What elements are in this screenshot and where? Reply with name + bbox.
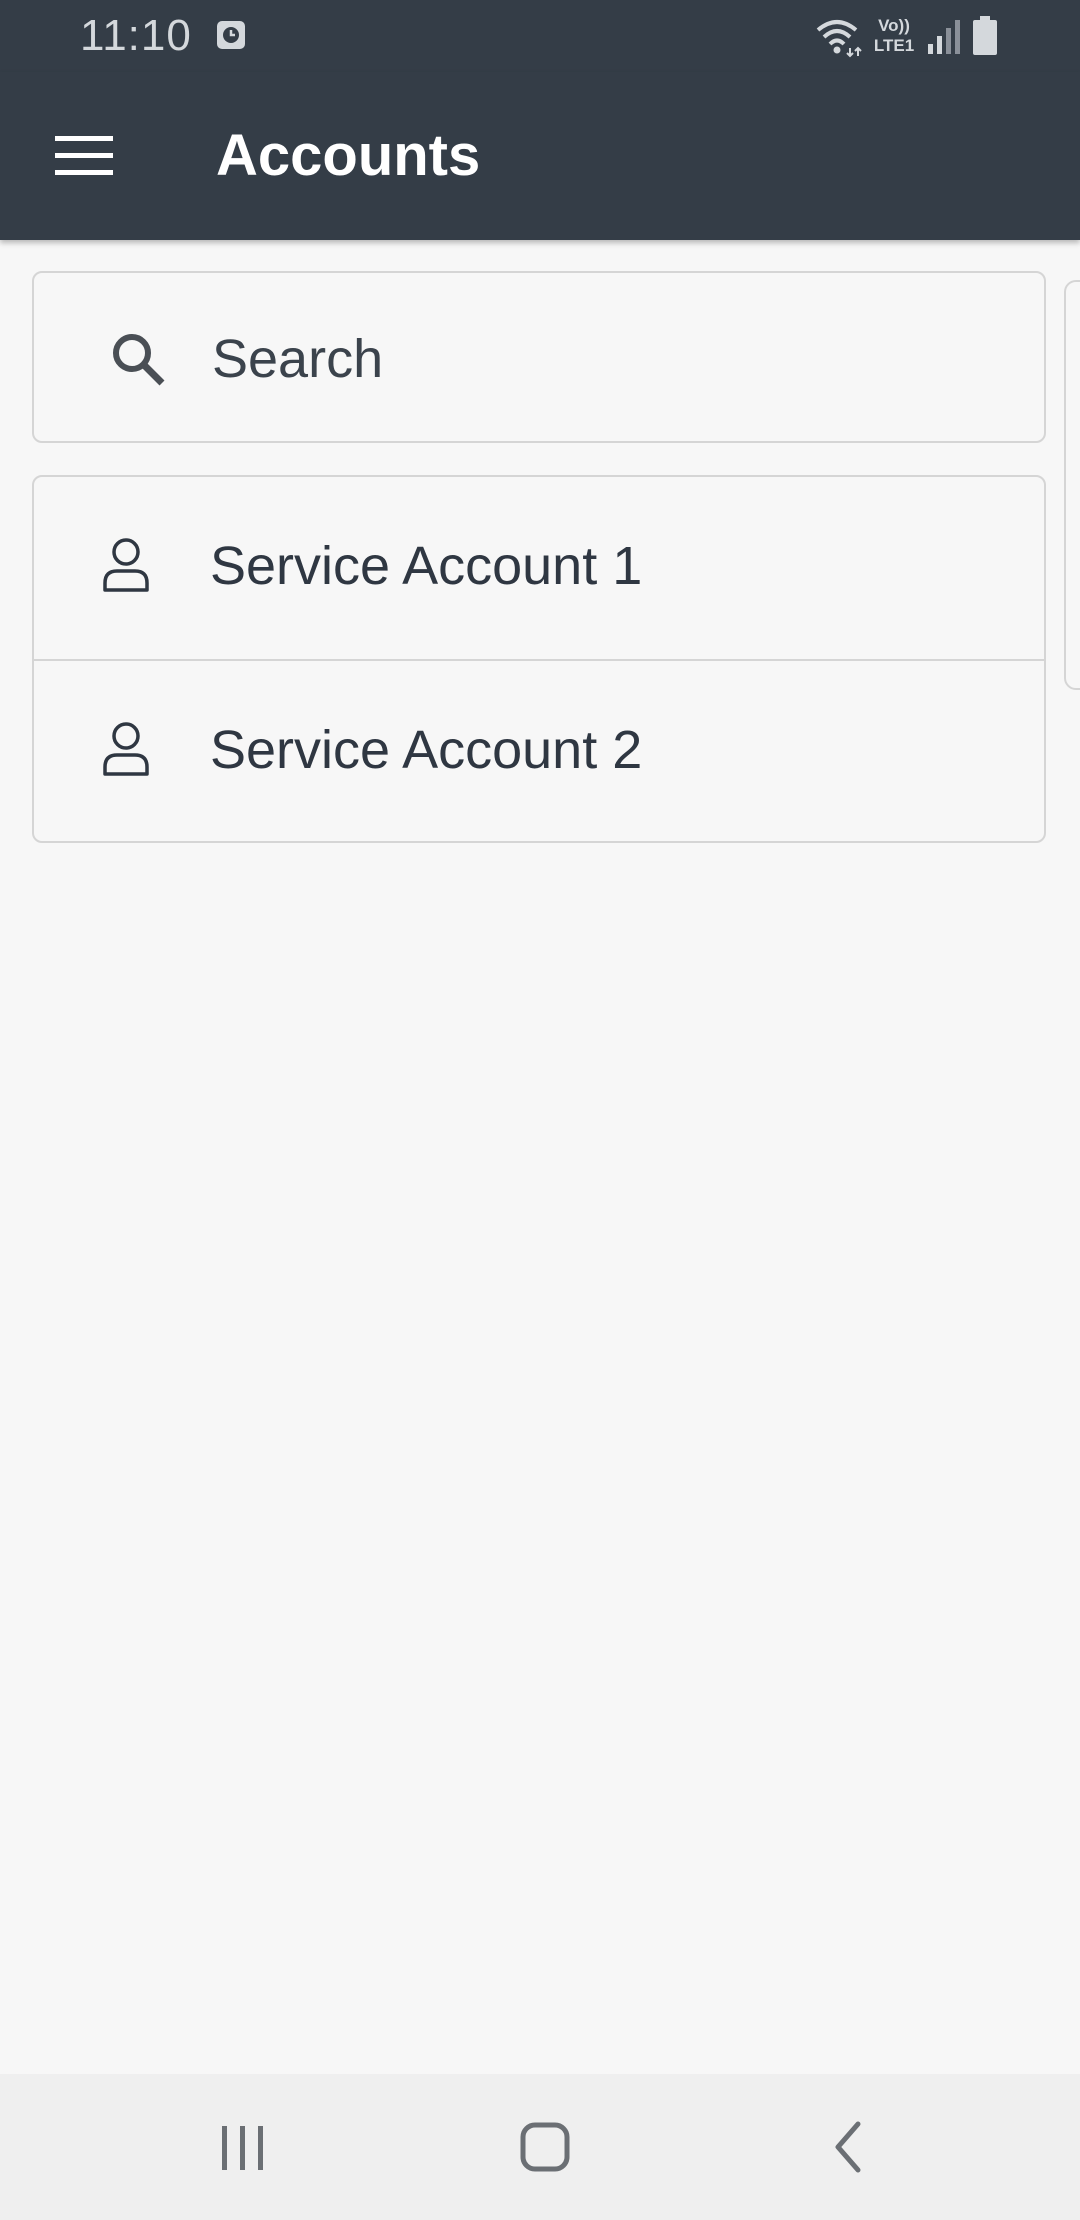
account-label: Service Account 2 [210,720,643,780]
recents-icon [222,2126,263,2170]
wifi-icon [816,20,862,58]
menu-button[interactable] [40,122,126,190]
hamburger-menu-icon [55,136,113,175]
app-bar: Accounts [0,72,1080,240]
back-icon [835,2121,861,2173]
signal-icon [928,20,960,54]
home-button[interactable] [500,2112,590,2182]
user-icon [103,538,149,592]
search-icon [113,334,165,386]
search-input[interactable] [212,309,992,409]
side-panel-edge[interactable] [1064,280,1080,690]
user-icon [103,722,149,776]
volte-label: Vo)) [878,16,910,35]
back-button[interactable] [804,2112,894,2182]
status-time: 11:10 [80,11,192,60]
list-item-service-account-2[interactable]: Service Account 2 [34,661,1044,841]
account-label: Service Account 1 [210,536,643,596]
battery-icon [973,16,997,55]
accounts-list: Service Account 1 Service Account 2 [32,475,1046,843]
search-card [32,271,1046,443]
page-title: Accounts [216,123,481,188]
status-bar: 11:10 Vo)) LTE1 [0,0,1080,72]
system-nav-bar [0,2074,1080,2220]
status-icons: Vo)) LTE1 [814,14,1004,58]
clock-badge-icon [217,21,245,49]
home-icon [520,2122,570,2172]
recents-button[interactable] [198,2112,288,2182]
lte-label: LTE1 [873,36,915,55]
list-item-service-account-1[interactable]: Service Account 1 [34,477,1044,661]
